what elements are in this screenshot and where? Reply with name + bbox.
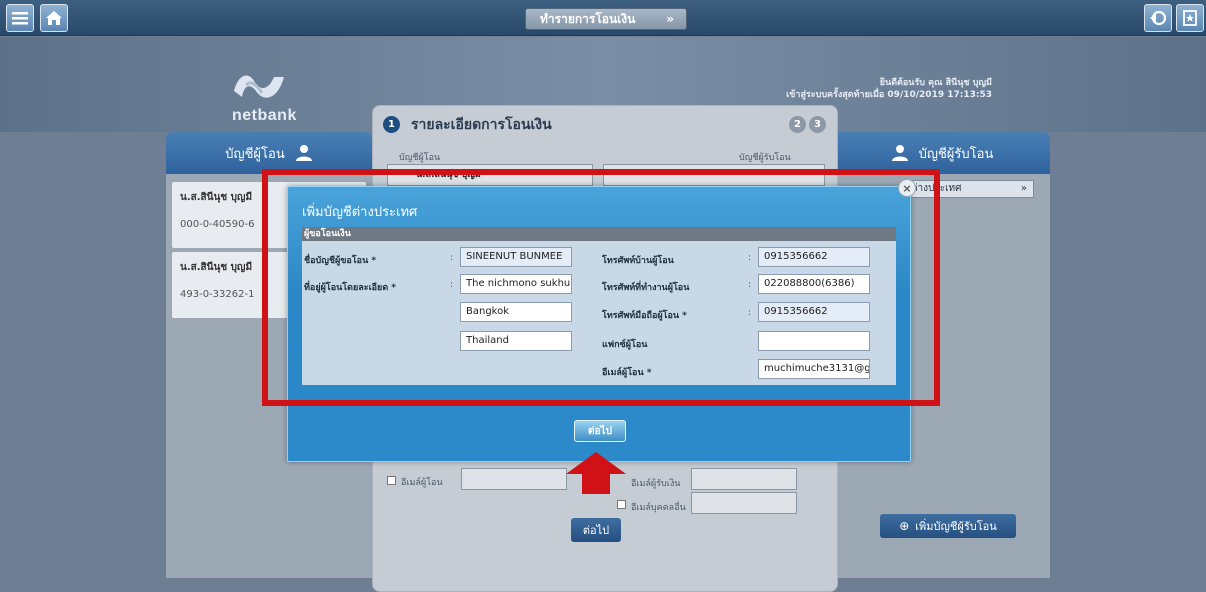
modal-next-button[interactable]: ต่อไป: [574, 420, 626, 442]
sender-panel-header: บัญชีผู้โอน: [166, 132, 372, 174]
red-highlight-box: [262, 169, 940, 406]
next-button-background[interactable]: ต่อไป: [571, 518, 621, 542]
transfer-details-title: รายละเอียดการโอนเงิน: [411, 117, 552, 133]
last-login-text: เข้าสู่ระบบครั้งสุดท้ายเมื่อ 09/10/2019 …: [786, 90, 992, 100]
email-sender-input[interactable]: [461, 468, 567, 490]
add-receiver-button[interactable]: ⊕ เพิ่มบัญชีผู้รับโอน: [880, 514, 1016, 538]
email-sender-checkbox[interactable]: [387, 476, 396, 485]
transaction-menu-select[interactable]: ทำรายการโอนเงิน »: [525, 8, 687, 30]
step-1-indicator: 1: [383, 116, 400, 133]
step-3-indicator: 3: [809, 116, 826, 133]
bookmark-icon[interactable]: [1176, 4, 1204, 32]
from-account-label: บัญชีผู้โอน: [399, 153, 441, 163]
logo-text: netbank: [232, 107, 297, 124]
chevron-down-icon: »: [1020, 183, 1027, 194]
top-bar: ทำรายการโอนเงิน »: [0, 0, 1206, 36]
email-other-input[interactable]: [691, 492, 797, 514]
email-sender-label: อีเมล์ผู้โอน: [401, 478, 443, 488]
welcome-block: ยินดีต้อนรับ คุณ สินีนุช บุญมี เข้าสู่ระ…: [786, 77, 992, 101]
add-receiver-label: เพิ่มบัญชีผู้รับโอน: [915, 520, 997, 533]
person-icon: [891, 145, 908, 161]
sender-panel-title: บัญชีผู้โอน: [225, 146, 285, 162]
home-icon[interactable]: [40, 4, 68, 32]
receiver-panel-header: บัญชีผู้รับโอน: [834, 132, 1050, 174]
email-receiver-input[interactable]: [691, 468, 797, 490]
email-other-label: อีเมล์บุคคลอื่น: [631, 503, 686, 513]
transaction-menu-label: ทำรายการโอนเงิน: [540, 11, 636, 26]
menu-icon[interactable]: [6, 4, 34, 32]
logout-icon[interactable]: [1144, 4, 1172, 32]
chevron-down-icon: »: [666, 12, 674, 26]
welcome-text: ยินดีต้อนรับ คุณ สินีนุช บุญมี: [879, 78, 992, 88]
email-other-checkbox[interactable]: [617, 500, 626, 509]
plus-circle-icon: ⊕: [899, 519, 910, 533]
red-arrow-up-icon: [566, 452, 626, 494]
person-icon: [295, 145, 312, 161]
email-receiver-label: อีเมล์ผู้รับเงิน: [631, 479, 681, 489]
step-2-indicator: 2: [789, 116, 806, 133]
receiver-panel-title: บัญชีผู้รับโอน: [918, 146, 994, 162]
to-account-label: บัญชีผู้รับโอน: [739, 153, 791, 163]
